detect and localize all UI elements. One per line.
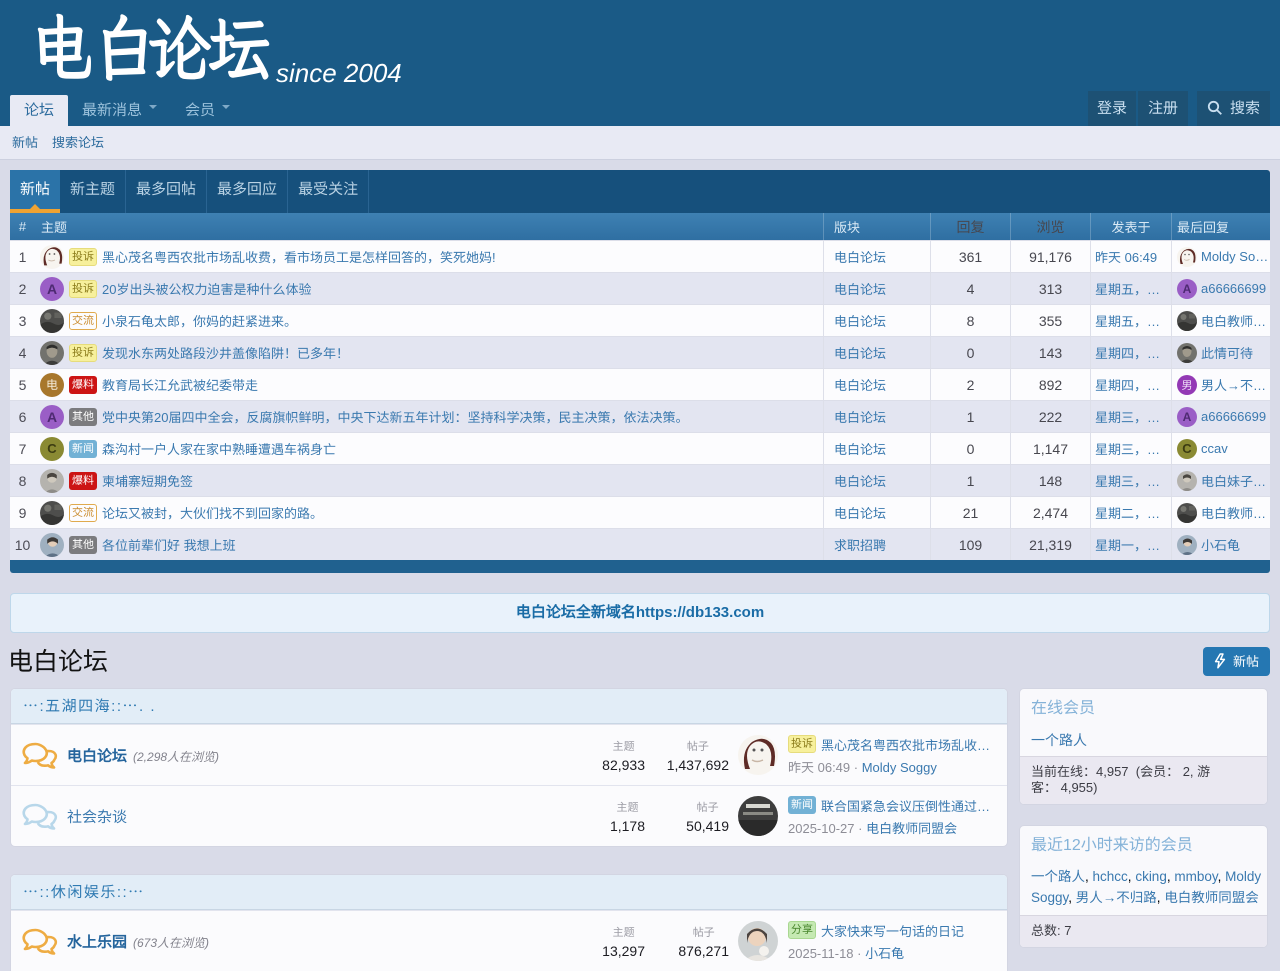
svg-text:since 2004: since 2004 (276, 58, 402, 88)
